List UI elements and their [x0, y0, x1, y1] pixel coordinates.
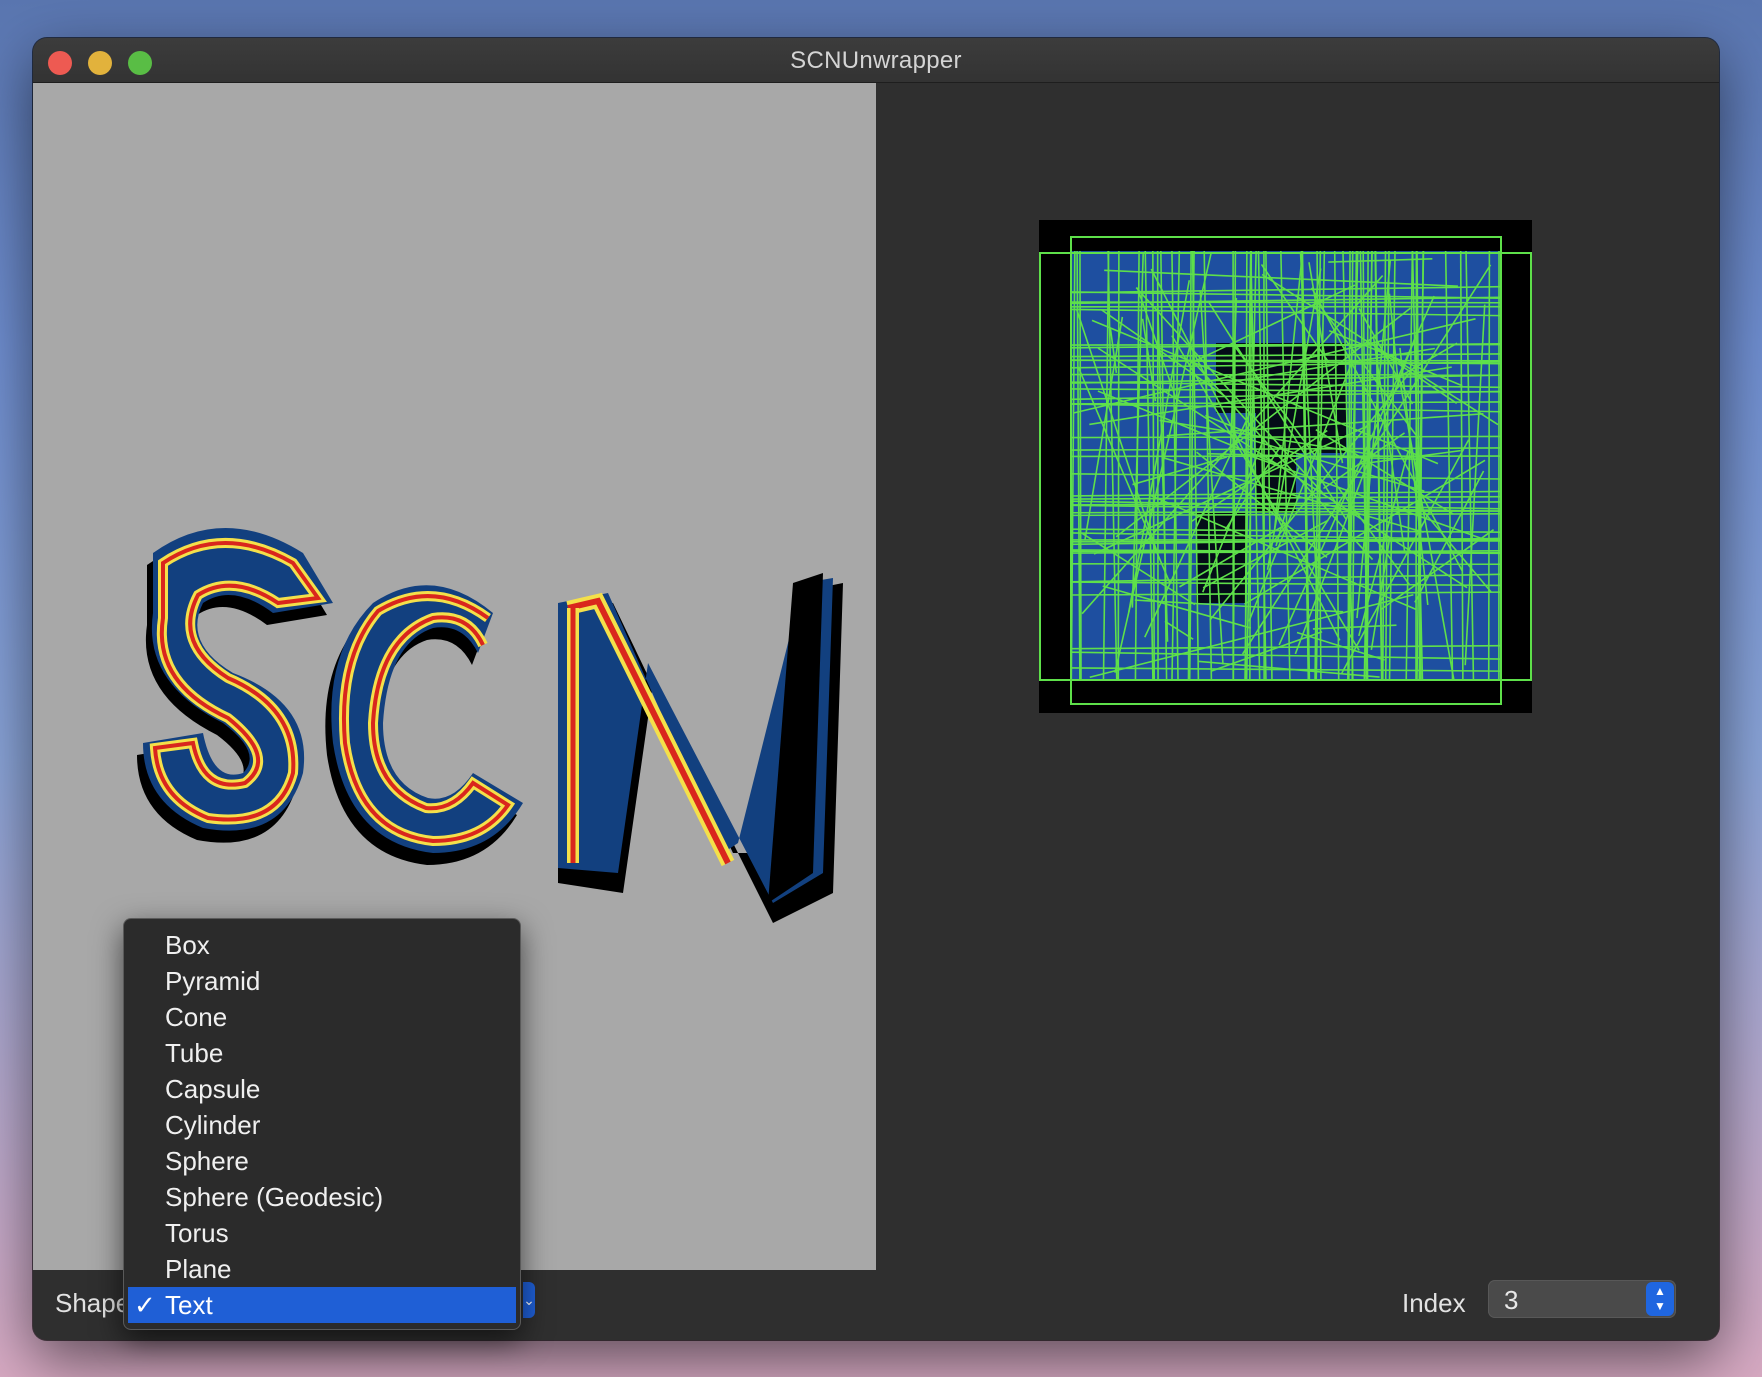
menu-item-tube[interactable]: Tube: [128, 1035, 516, 1071]
menu-item-sphere-geodesic[interactable]: Sphere (Geodesic): [128, 1179, 516, 1215]
uv-wireframe-image: [1039, 220, 1532, 713]
checkmark-icon: ✓: [134, 1290, 156, 1320]
menu-item-text[interactable]: ✓ Text: [128, 1287, 516, 1323]
index-label: Index: [1402, 1288, 1466, 1318]
menu-item-pyramid[interactable]: Pyramid: [128, 963, 516, 999]
menu-item-torus[interactable]: Torus: [128, 1215, 516, 1251]
menu-item-capsule[interactable]: Capsule: [128, 1071, 516, 1107]
menu-item-cylinder[interactable]: Cylinder: [128, 1107, 516, 1143]
stepper-down-icon[interactable]: ▼: [1646, 1299, 1674, 1313]
window-title: SCNUnwrapper: [790, 47, 962, 74]
title-bar[interactable]: SCNUnwrapper: [33, 38, 1719, 83]
stepper-up-icon[interactable]: ▲: [1646, 1284, 1674, 1298]
index-stepper[interactable]: ▲ ▼: [1646, 1282, 1674, 1316]
menu-item-box[interactable]: Box: [128, 927, 516, 963]
menu-item-sphere[interactable]: Sphere: [128, 1143, 516, 1179]
index-value[interactable]: 3: [1504, 1285, 1518, 1316]
index-field[interactable]: 3 ▲ ▼: [1488, 1280, 1676, 1318]
menu-item-plane[interactable]: Plane: [128, 1251, 516, 1287]
menu-item-cone[interactable]: Cone: [128, 999, 516, 1035]
uv-preview-panel: [876, 83, 1719, 1270]
shape-popup-button[interactable]: ⌄: [523, 1282, 535, 1318]
shape-label: Shape: [55, 1288, 131, 1318]
shape-dropdown-menu: Box Pyramid Cone Tube Capsule Cylinder S…: [123, 918, 521, 1330]
